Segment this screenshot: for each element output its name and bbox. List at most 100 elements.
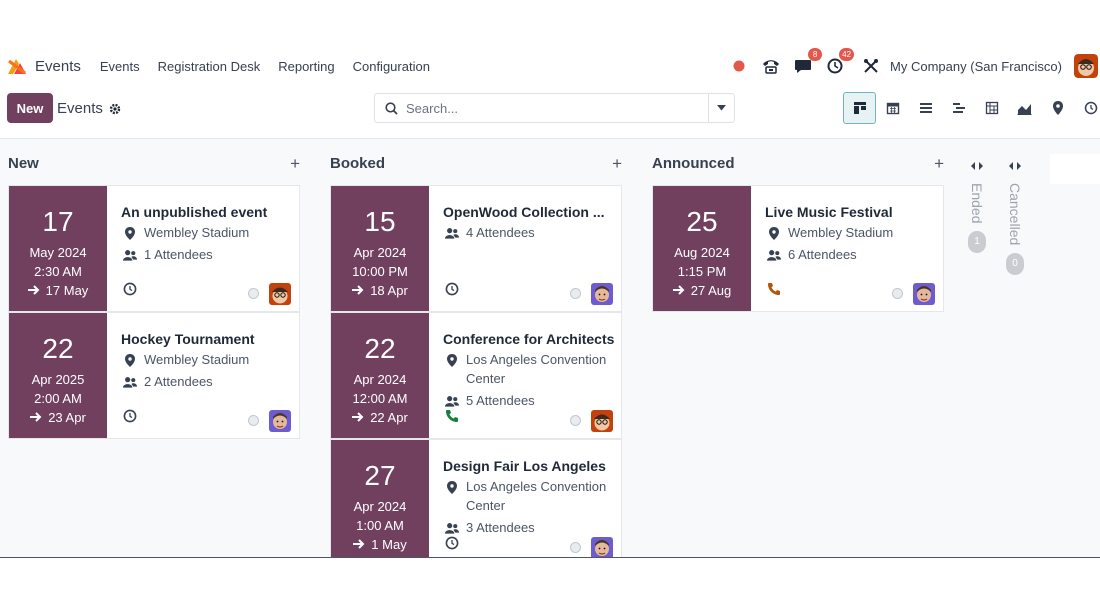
new-button[interactable]: New — [7, 93, 53, 123]
folded-column-count: 0 — [1006, 253, 1024, 276]
kanban-view-button[interactable] — [843, 92, 876, 124]
list-view-icon — [919, 103, 932, 113]
calendar-view-button[interactable] — [876, 92, 909, 124]
graph-view-button[interactable] — [1008, 92, 1041, 124]
event-location-text: Wembley Stadium — [144, 350, 249, 369]
kanban-state-dot[interactable] — [892, 288, 903, 299]
event-time: 1:00 AM — [356, 518, 404, 533]
map-view-button[interactable] — [1041, 92, 1074, 124]
event-card[interactable]: 22 Apr 2024 12:00 AM 22 Apr Conference for A… — [330, 312, 622, 439]
pivot-view-button[interactable] — [975, 92, 1008, 124]
event-month-year: Apr 2025 — [31, 372, 85, 387]
top-navbar: Events Events Registration Desk Reportin… — [0, 48, 1100, 84]
phone-icon[interactable] — [762, 57, 780, 75]
organizer-avatar[interactable] — [913, 283, 935, 305]
kanban-state-dot[interactable] — [248, 288, 259, 299]
menu-item-events[interactable]: Events — [100, 59, 140, 74]
event-card-body: Conference for Architects Los Angeles Con… — [443, 331, 615, 410]
folded-column-cancelled[interactable]: Cancelled 0 — [1000, 157, 1030, 307]
event-location-text: Wembley Stadium — [144, 223, 249, 242]
event-card[interactable]: 25 Aug 2024 1:15 PM 27 Aug Live Music Festiv… — [652, 185, 944, 312]
kanban-state-dot[interactable] — [248, 415, 259, 426]
kanban-state-dot[interactable] — [570, 288, 581, 299]
activity-phone-icon[interactable] — [445, 409, 459, 428]
event-card[interactable]: 27 Apr 2024 1:00 AM 1 May Design Fair Los An… — [330, 439, 622, 557]
event-day: 22 — [364, 333, 396, 364]
attendees-count: 2 Attendees — [144, 374, 213, 389]
event-card[interactable]: 17 May 2024 2:30 AM 17 May An unpublished ev… — [8, 185, 300, 312]
column-title[interactable]: Booked — [330, 155, 385, 172]
search-options-toggle[interactable] — [708, 94, 734, 122]
gantt-view-button[interactable] — [942, 92, 975, 124]
event-card[interactable]: 22 Apr 2025 2:00 AM 23 Apr Hockey Tournament… — [8, 312, 300, 439]
company-switcher[interactable]: My Company (San Francisco) — [890, 59, 1062, 74]
tools-icon[interactable] — [862, 57, 880, 75]
event-card[interactable]: 15 Apr 2024 10:00 PM 18 Apr OpenWood Collect… — [330, 185, 622, 312]
users-icon — [445, 520, 459, 537]
messages-icon[interactable]: 8 — [794, 48, 823, 75]
pivot-view-icon — [985, 101, 998, 115]
folded-column-ended[interactable]: Ended 1 — [962, 157, 992, 307]
event-title: Hockey Tournament — [121, 331, 255, 347]
menu-item-registration-desk[interactable]: Registration Desk — [158, 59, 261, 74]
column-title[interactable]: New — [8, 155, 39, 172]
users-icon — [767, 247, 781, 264]
event-card-body: Design Fair Los Angeles Los Angeles Conve… — [443, 458, 615, 537]
organizer-avatar[interactable] — [591, 283, 613, 305]
expand-arrows-icon[interactable] — [1000, 157, 1030, 173]
event-time: 2:30 AM — [34, 264, 82, 279]
event-month-year: Apr 2024 — [353, 245, 407, 260]
add-column-placeholder[interactable] — [1050, 154, 1100, 184]
location-line: Center — [466, 371, 506, 386]
user-avatar[interactable] — [1074, 54, 1098, 78]
messages-badge: 8 — [808, 48, 823, 61]
organizer-avatar[interactable] — [591, 410, 613, 432]
activity-clock-icon[interactable] — [123, 409, 137, 428]
quick-create-plus-icon[interactable]: + — [934, 154, 944, 174]
kanban-column-announced: Announced +25 Aug 2024 1:15 PM 27 Aug Live Mu… — [652, 139, 944, 557]
calendar-view-icon — [886, 102, 899, 115]
caret-down-icon — [717, 105, 726, 111]
event-date-block: 22 Apr 2025 2:00 AM 23 Apr — [9, 313, 107, 438]
event-month-year: Apr 2024 — [353, 499, 407, 514]
gantt-view-icon — [952, 103, 965, 113]
location-line: Los Angeles Convention — [466, 479, 607, 494]
event-end-date: 23 Apr — [9, 410, 107, 425]
app-brand[interactable]: Events — [6, 55, 81, 77]
event-end-label: 17 May — [45, 283, 89, 298]
activity-clock-icon[interactable] — [123, 282, 137, 301]
location-line: Wembley Stadium — [144, 225, 250, 240]
gear-icon[interactable] — [109, 103, 121, 115]
event-end-date: 18 Apr — [331, 283, 429, 298]
kanban-state-dot[interactable] — [570, 542, 581, 553]
activity-clock-icon[interactable] — [445, 536, 459, 555]
organizer-avatar[interactable] — [269, 410, 291, 432]
expand-arrows-icon[interactable] — [962, 157, 992, 173]
activity-clock-icon[interactable] — [445, 282, 459, 301]
quick-create-plus-icon[interactable]: + — [290, 154, 300, 174]
event-title: Live Music Festival — [765, 204, 893, 220]
event-date-block: 15 Apr 2024 10:00 PM 18 Apr — [331, 186, 429, 311]
search-input[interactable] — [406, 100, 686, 116]
location-line: Wembley Stadium — [144, 352, 250, 367]
event-time: 10:00 PM — [352, 264, 408, 279]
organizer-avatar[interactable] — [269, 283, 291, 305]
breadcrumb-current: Events — [57, 100, 103, 117]
column-title[interactable]: Announced — [652, 155, 735, 172]
kanban-state-dot[interactable] — [570, 415, 581, 426]
breadcrumb: Events — [57, 100, 121, 117]
menu-item-reporting[interactable]: Reporting — [278, 59, 334, 74]
event-title: An unpublished event — [121, 204, 268, 220]
search-bar — [374, 93, 735, 123]
quick-create-plus-icon[interactable]: + — [612, 154, 622, 174]
activities-clock-icon[interactable]: 42 — [826, 48, 855, 75]
activity-phone-icon[interactable] — [767, 282, 781, 301]
activity-view-button[interactable] — [1074, 92, 1100, 124]
event-location: Wembley Stadium — [121, 225, 293, 242]
event-title: Conference for Architects — [443, 331, 615, 347]
menu-item-configuration[interactable]: Configuration — [353, 59, 430, 74]
list-view-button[interactable] — [909, 92, 942, 124]
record-icon[interactable] — [730, 57, 748, 75]
location-line: Wembley Stadium — [788, 225, 894, 240]
organizer-avatar[interactable] — [591, 537, 613, 557]
